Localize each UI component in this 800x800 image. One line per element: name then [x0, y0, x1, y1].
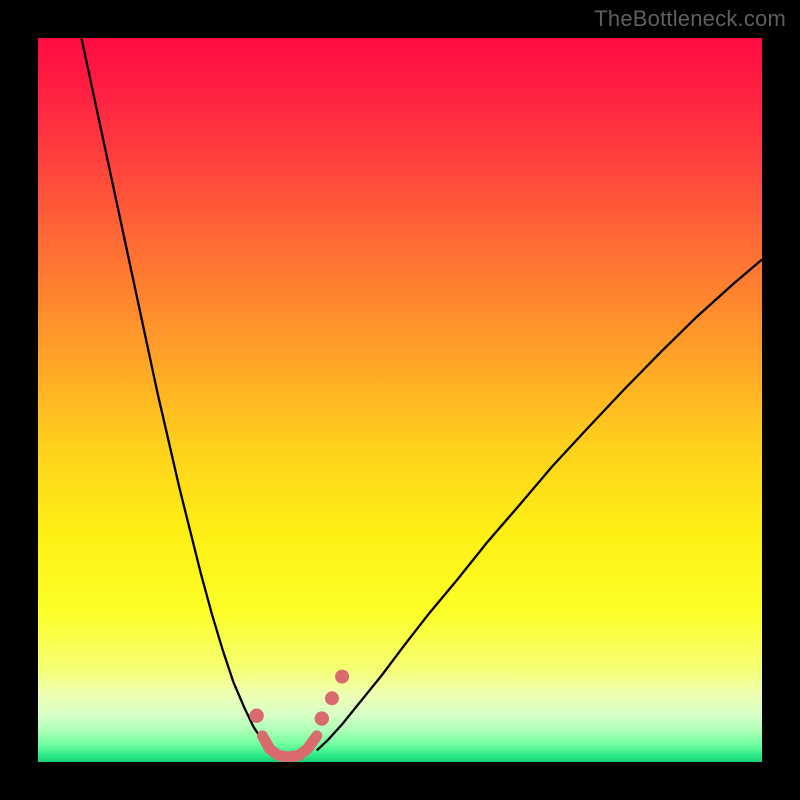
data-marker	[315, 711, 329, 725]
series-left-curve	[81, 38, 273, 750]
watermark-text: TheBottleneck.com	[594, 6, 786, 32]
data-marker	[335, 670, 349, 684]
series-right-curve	[317, 260, 762, 751]
data-marker	[325, 691, 339, 705]
chart-stage: TheBottleneck.com	[0, 0, 800, 800]
data-marker	[249, 708, 263, 722]
curves-layer	[38, 38, 762, 762]
series-valley-highlight	[262, 736, 316, 757]
plot-area	[38, 38, 762, 762]
